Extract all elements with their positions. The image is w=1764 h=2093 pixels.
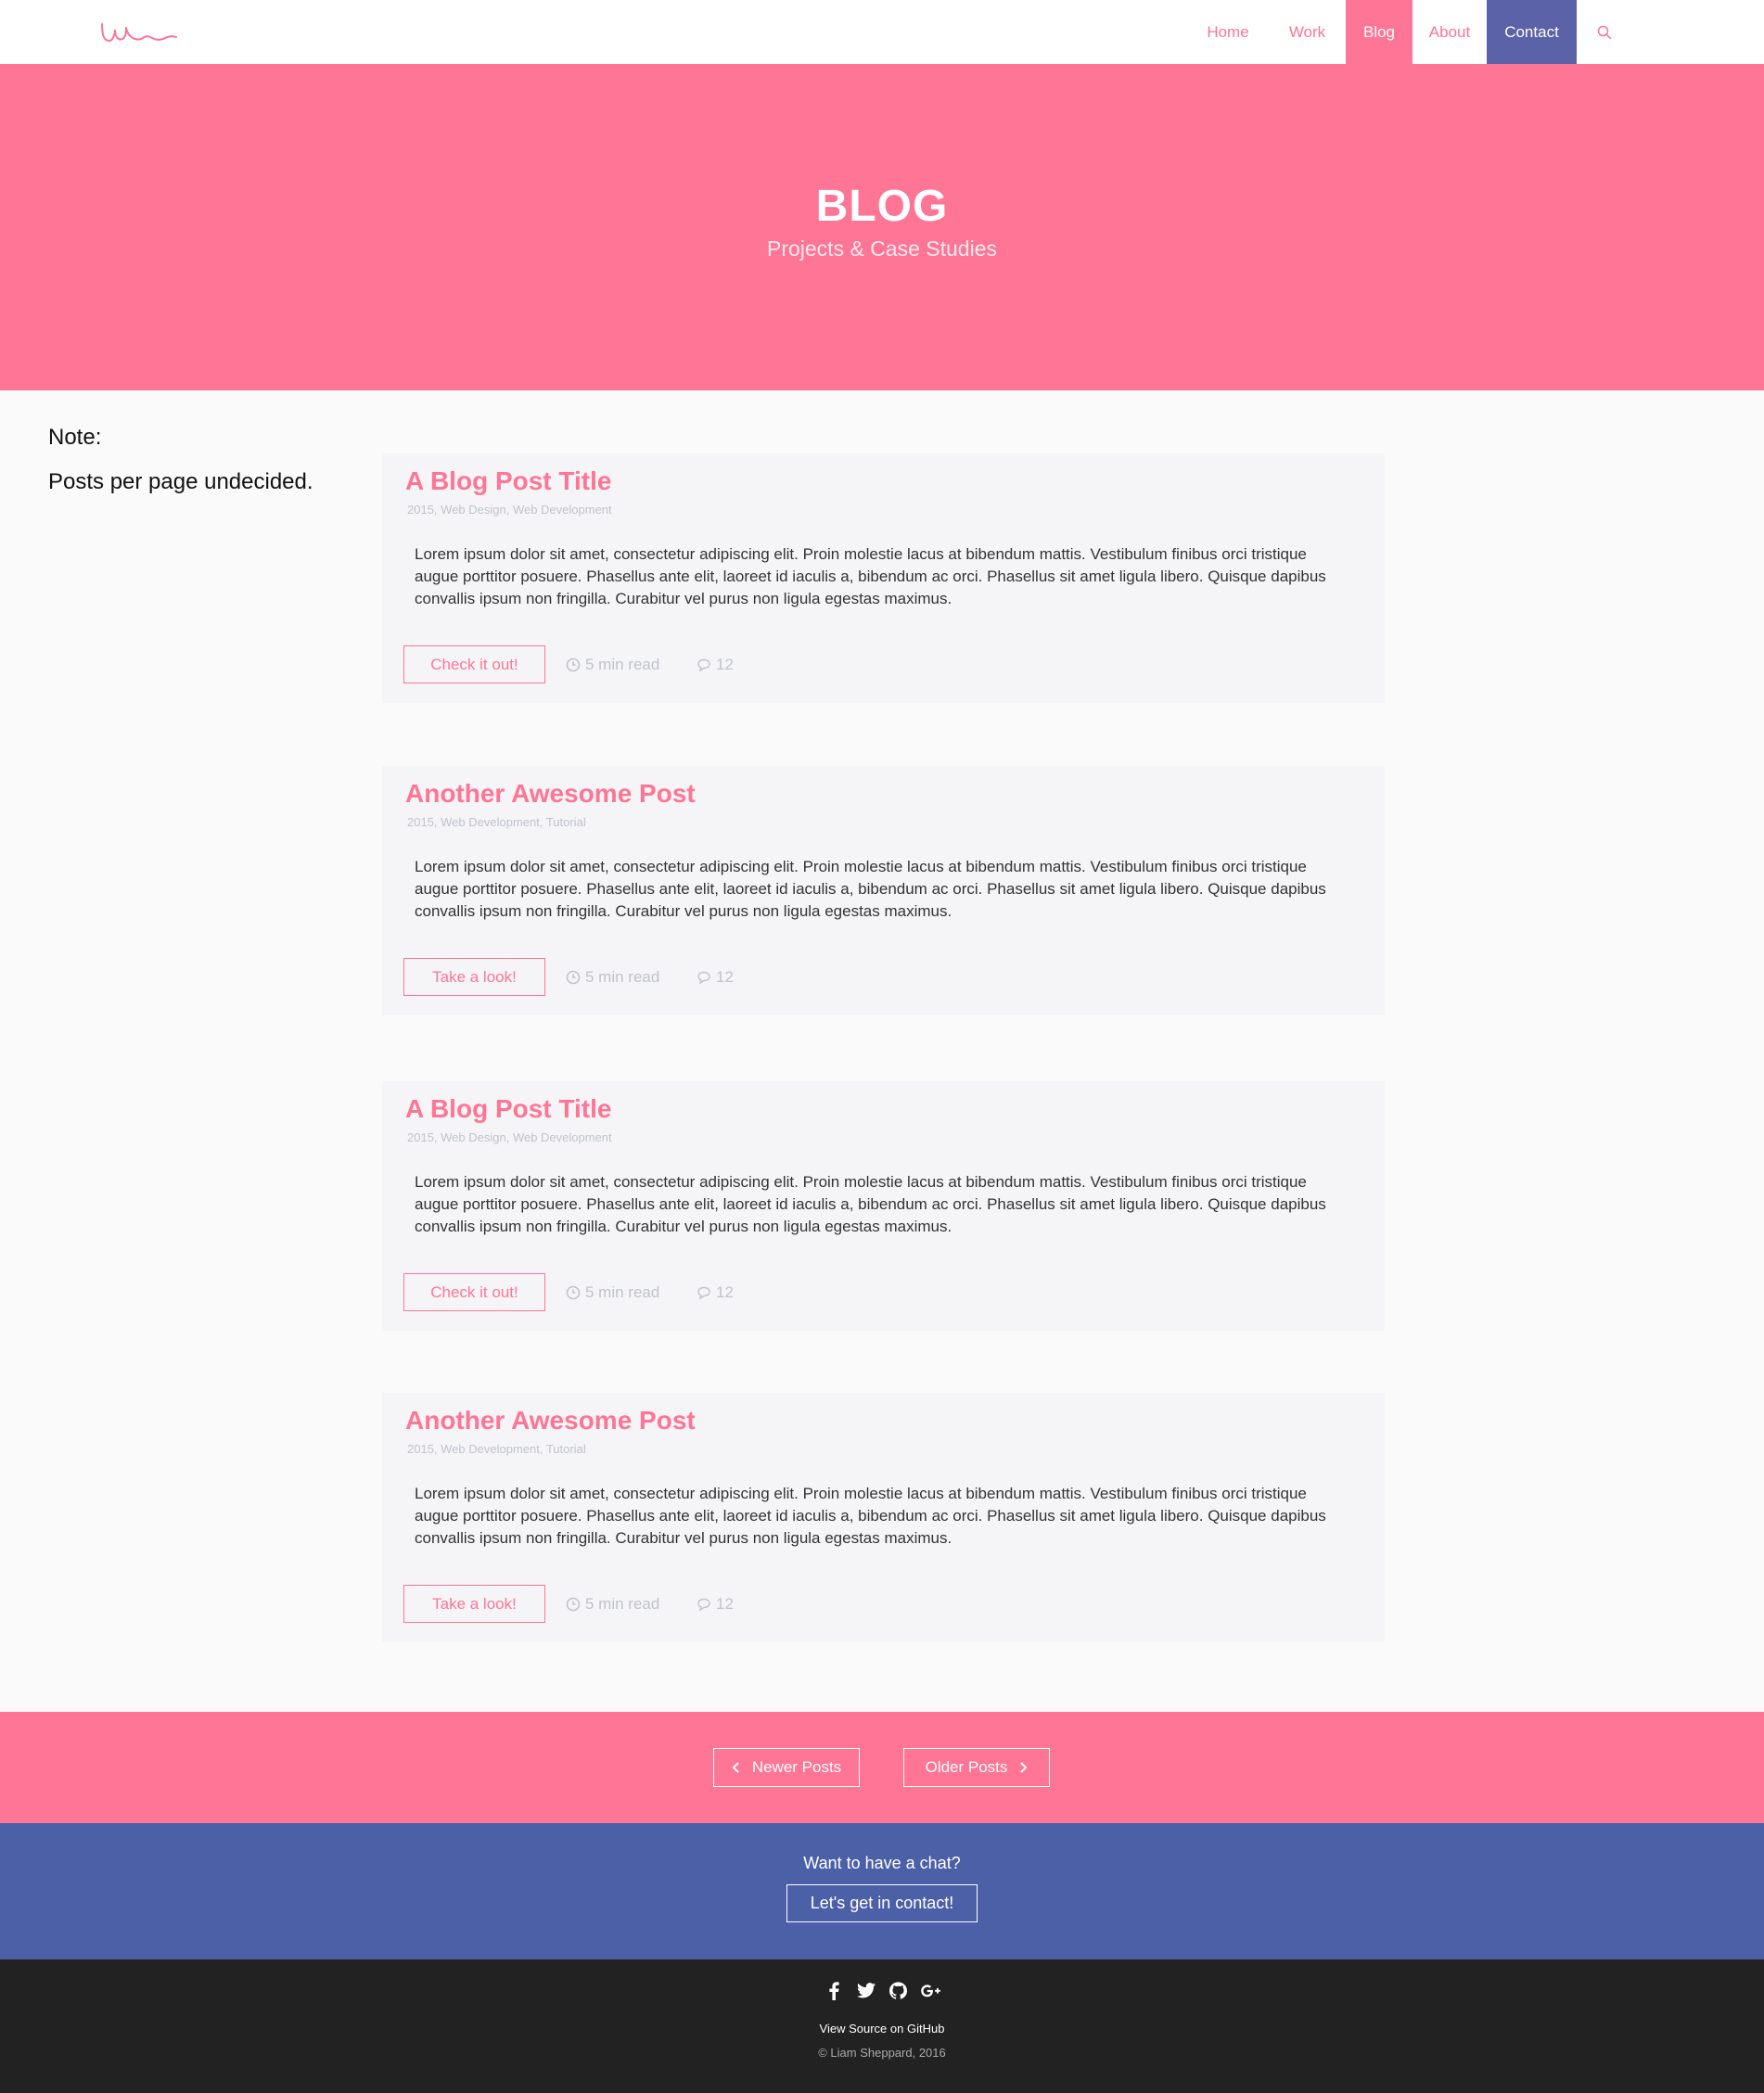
google-plus-icon[interactable]	[921, 1981, 940, 2000]
main-menu: Home Work Blog About Contact	[1187, 0, 1764, 64]
page-title: BLOG	[815, 182, 949, 231]
post-title[interactable]: Another Awesome Post	[405, 779, 696, 809]
post-meta: 2015, Web Design, Web Development	[407, 503, 612, 517]
read-time-text: 5 min read	[585, 1595, 660, 1613]
chevron-left-icon	[732, 1762, 739, 1773]
post-excerpt: Lorem ipsum dolor sit amet, consectetur …	[415, 1485, 1326, 1547]
comment-icon	[697, 658, 710, 672]
github-icon[interactable]	[888, 1981, 908, 2000]
view-source-link[interactable]: View Source on GitHub	[0, 2022, 1764, 2036]
comment-count-text: 12	[716, 968, 734, 986]
comment-count[interactable]: 12	[697, 656, 734, 674]
post-excerpt: Lorem ipsum dolor sit amet, consectetur …	[415, 858, 1326, 920]
post-excerpt: Lorem ipsum dolor sit amet, consectetur …	[415, 1173, 1326, 1235]
comment-count-text: 12	[716, 656, 734, 673]
post-card: Another Awesome Post 2015, Web Developme…	[382, 1393, 1385, 1642]
nav-about[interactable]: About	[1412, 0, 1487, 64]
read-post-button[interactable]: Check it out!	[403, 1273, 545, 1311]
clock-icon	[566, 1285, 581, 1300]
comment-icon	[697, 1286, 710, 1300]
older-posts-label: Older Posts	[925, 1758, 1008, 1776]
read-post-button[interactable]: Take a look!	[403, 1585, 545, 1623]
post-title[interactable]: Another Awesome Post	[405, 1406, 696, 1436]
footer: View Source on GitHub © Liam Sheppard, 2…	[0, 1959, 1764, 2093]
hero-banner: BLOG Projects & Case Studies	[0, 64, 1764, 390]
read-time: 5 min read	[566, 1283, 659, 1302]
contact-button[interactable]: Let's get in contact!	[786, 1884, 978, 1922]
nav-contact[interactable]: Contact	[1487, 0, 1577, 64]
clock-icon	[566, 657, 581, 672]
nav-blog[interactable]: Blog	[1346, 0, 1412, 64]
comment-count-text: 12	[716, 1595, 734, 1613]
post-meta: 2015, Web Development, Tutorial	[407, 1442, 586, 1456]
read-time: 5 min read	[566, 968, 659, 987]
post-card: A Blog Post Title 2015, Web Design, Web …	[382, 453, 1385, 703]
top-nav: Home Work Blog About Contact	[0, 0, 1764, 64]
search-icon[interactable]	[1577, 0, 1631, 64]
note-text: Posts per page undecided.	[48, 469, 313, 494]
twitter-icon[interactable]	[856, 1981, 876, 2000]
post-title[interactable]: A Blog Post Title	[405, 1094, 611, 1124]
comment-icon	[697, 1598, 710, 1612]
post-card: Another Awesome Post 2015, Web Developme…	[382, 766, 1385, 1015]
cta-text: Want to have a chat?	[803, 1854, 961, 1872]
note: Note: Posts per page undecided.	[48, 415, 313, 504]
post-title[interactable]: A Blog Post Title	[405, 466, 611, 496]
comment-icon	[697, 971, 710, 985]
post-meta: 2015, Web Development, Tutorial	[407, 815, 586, 829]
page-subtitle: Projects & Case Studies	[766, 236, 997, 261]
comment-count[interactable]: 12	[697, 1283, 734, 1302]
post-card: A Blog Post Title 2015, Web Design, Web …	[382, 1081, 1385, 1331]
nav-work[interactable]: Work	[1269, 0, 1346, 64]
nav-home[interactable]: Home	[1187, 0, 1269, 64]
read-time-text: 5 min read	[585, 968, 660, 986]
clock-icon	[566, 1597, 581, 1612]
read-post-button[interactable]: Check it out!	[403, 645, 545, 683]
contact-cta: Want to have a chat? Let's get in contac…	[0, 1823, 1764, 1959]
newer-posts-button[interactable]: Newer Posts	[713, 1748, 860, 1787]
facebook-icon[interactable]	[824, 1981, 843, 2000]
note-heading: Note:	[48, 425, 102, 450]
read-time: 5 min read	[566, 1595, 659, 1614]
newer-posts-label: Newer Posts	[751, 1758, 842, 1776]
social-links	[0, 1981, 1764, 2000]
comment-count[interactable]: 12	[697, 1595, 734, 1614]
comment-count-text: 12	[716, 1283, 734, 1301]
read-time: 5 min read	[566, 656, 659, 674]
comment-count[interactable]: 12	[697, 968, 734, 987]
read-time-text: 5 min read	[585, 656, 660, 673]
copyright: © Liam Sheppard, 2016	[818, 2046, 946, 2060]
logo[interactable]	[98, 17, 180, 46]
read-time-text: 5 min read	[585, 1283, 660, 1301]
pagination: Newer Posts Older Posts	[0, 1712, 1764, 1823]
post-meta: 2015, Web Design, Web Development	[407, 1130, 612, 1144]
chevron-right-icon	[1020, 1762, 1028, 1773]
post-excerpt: Lorem ipsum dolor sit amet, consectetur …	[415, 545, 1326, 607]
clock-icon	[566, 970, 581, 985]
older-posts-button[interactable]: Older Posts	[903, 1748, 1050, 1787]
read-post-button[interactable]: Take a look!	[403, 958, 545, 996]
